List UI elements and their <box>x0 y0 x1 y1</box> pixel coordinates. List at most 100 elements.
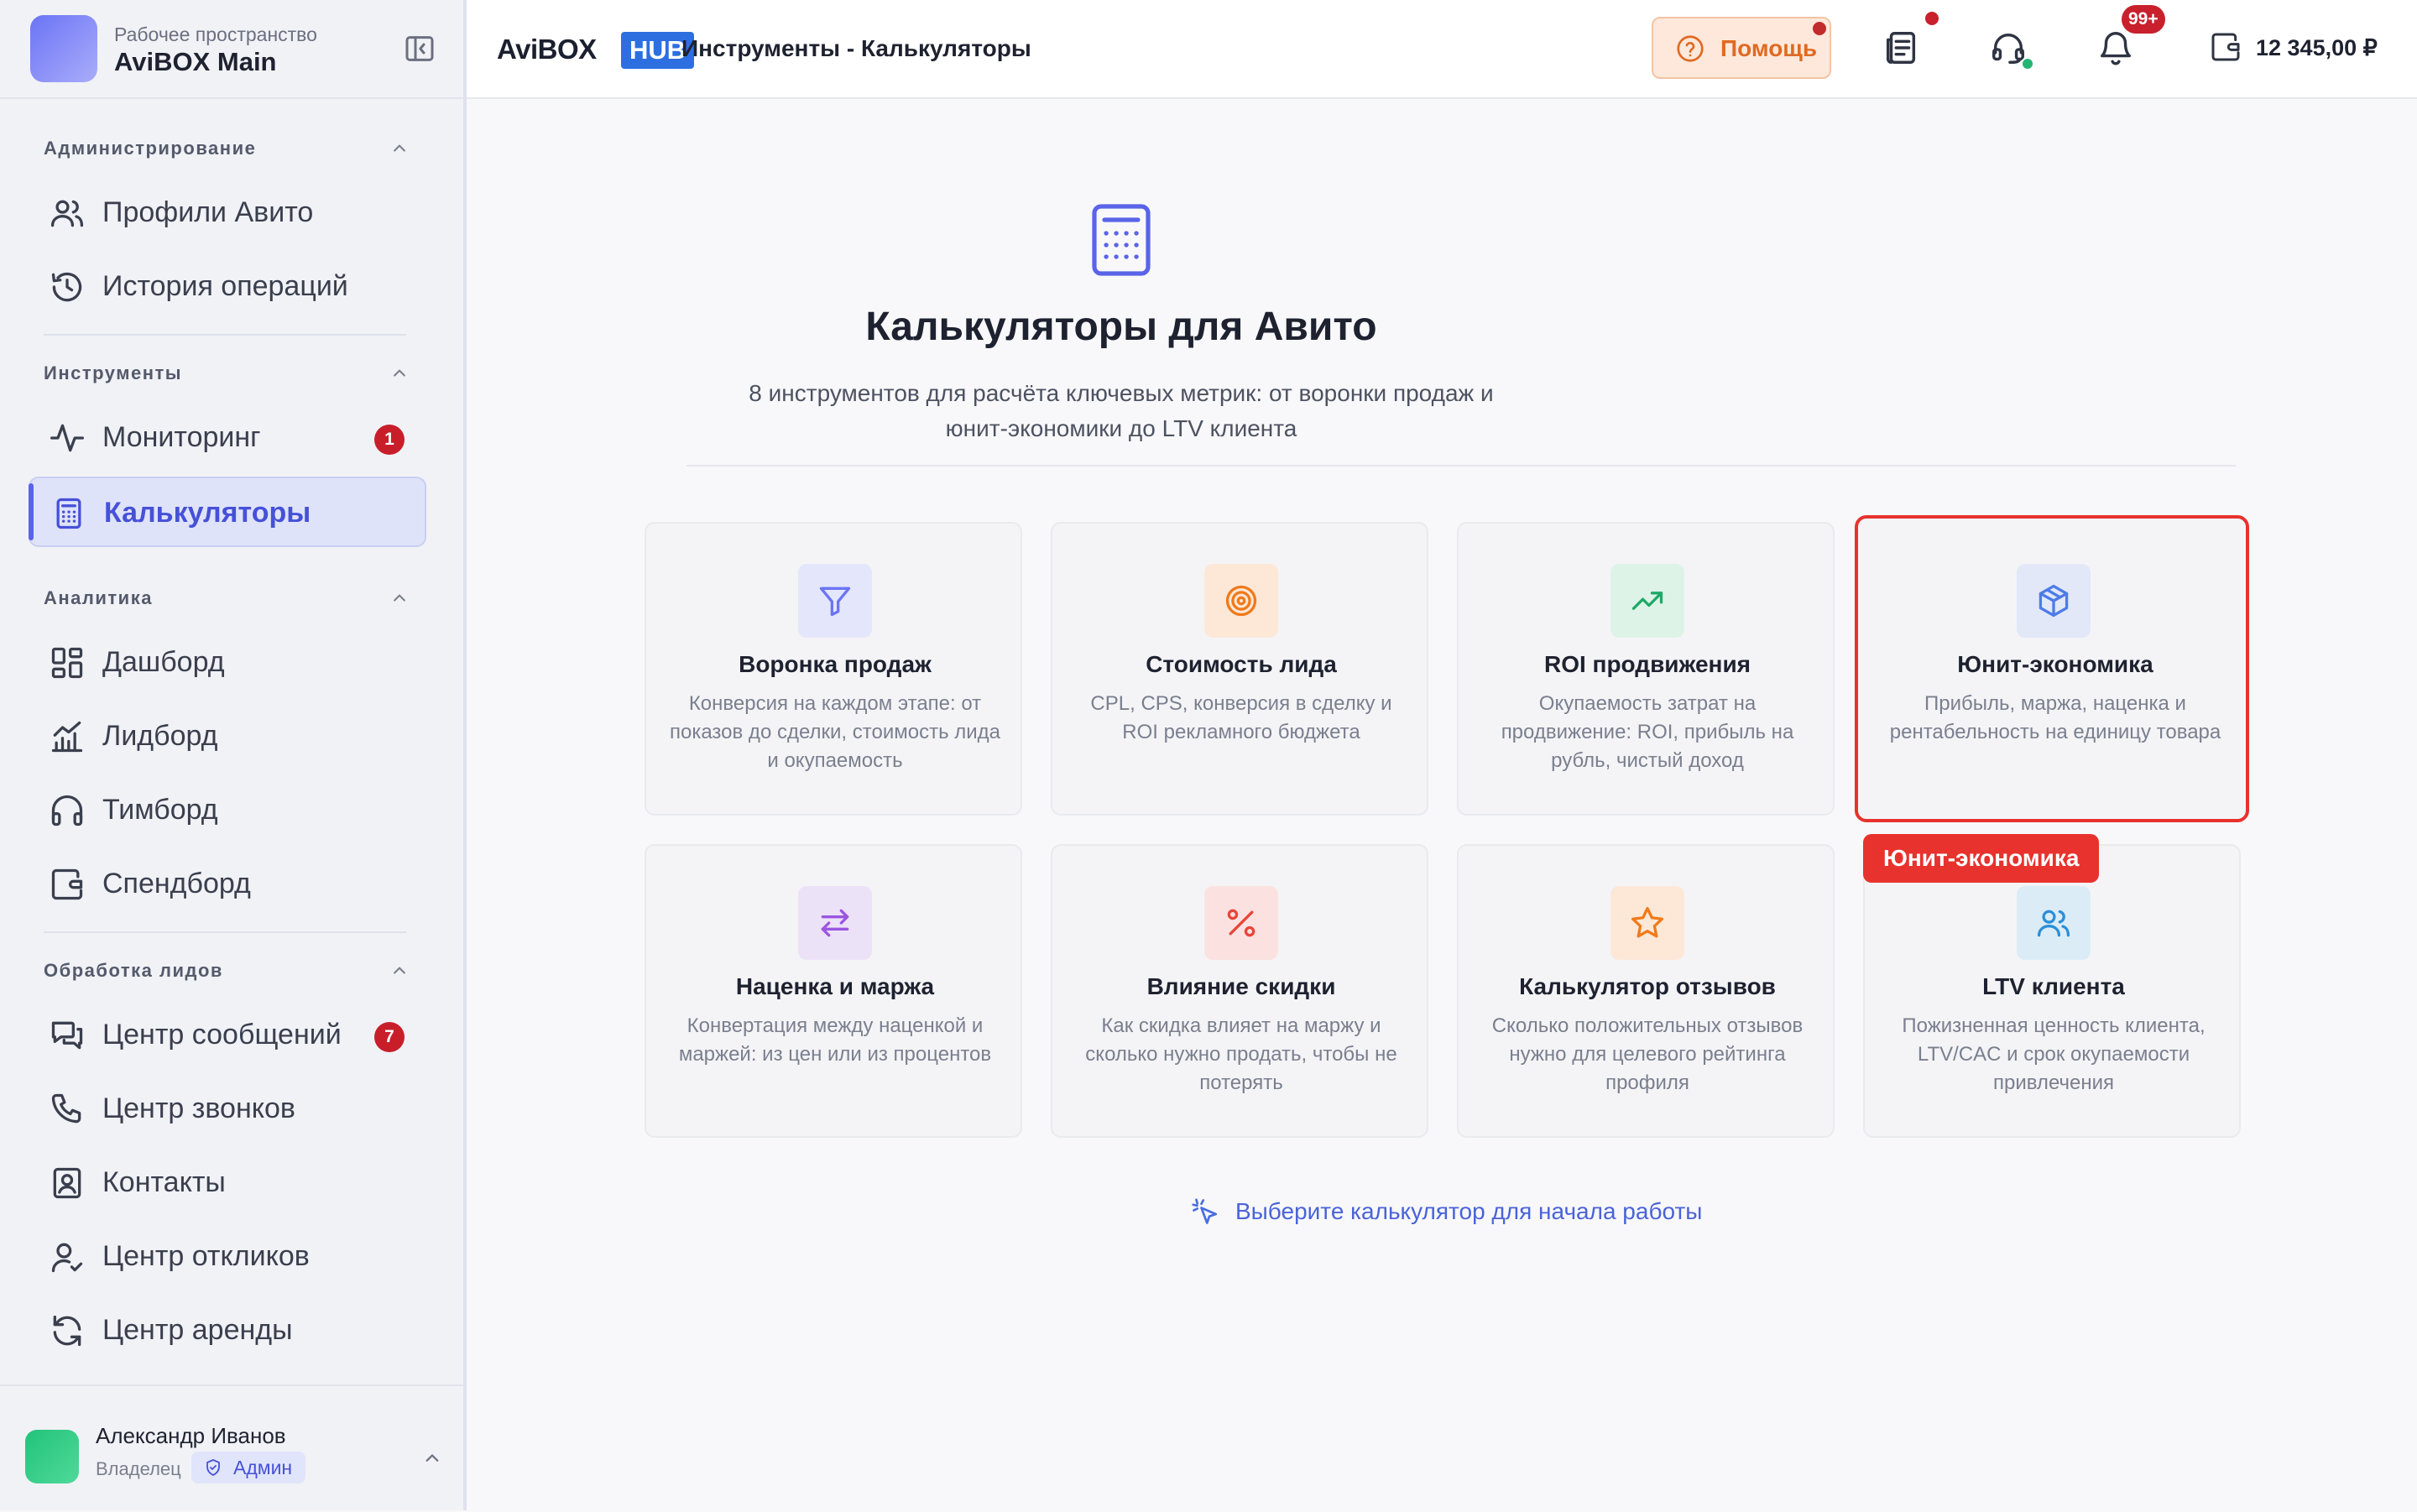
sidebar-item-label: Лидборд <box>102 720 218 752</box>
calculator-card-reviews[interactable]: Калькулятор отзывов Сколько положительны… <box>1457 844 1835 1138</box>
card-title: ROI продвижения <box>1543 651 1751 677</box>
section-tools[interactable]: Инструменты <box>44 356 406 389</box>
content-divider <box>686 465 2236 467</box>
card-title: Влияние скидки <box>1146 973 1336 999</box>
question-icon <box>1675 34 1705 64</box>
trending-up-icon <box>1631 592 1663 610</box>
sidebar-item-label: Профили Авито <box>102 196 314 228</box>
sidebar-item-operations-history[interactable]: История операций <box>29 252 426 322</box>
chevron-up-icon[interactable] <box>420 1445 445 1470</box>
calculator-card-sales-funnel[interactable]: Воронка продаж Конверсия на каждом этапе… <box>645 522 1022 816</box>
sidebar-item-calculators[interactable]: Калькуляторы <box>29 477 426 547</box>
sidebar-item-label: Центр аренды <box>102 1314 293 1346</box>
card-icon-tile <box>1204 564 1278 638</box>
refresh-icon <box>49 1312 86 1349</box>
card-description: Сколько положительных отзывов нужно для … <box>1491 1014 1804 1094</box>
card-icon-tile <box>2017 886 2091 960</box>
messages-count-badge: 7 <box>374 1022 405 1052</box>
help-indicator-dot <box>1813 22 1826 35</box>
brand-name: AviBOX <box>497 34 597 65</box>
sidebar-item-label: Центр откликов <box>102 1240 310 1272</box>
notifications-badge: 99+ <box>2122 5 2165 34</box>
card-icon-tile <box>1610 564 1684 638</box>
sidebar-divider <box>44 334 406 336</box>
history-icon <box>49 269 86 305</box>
section-analytics[interactable]: Аналитика <box>44 581 406 614</box>
arrows-exchange-icon <box>821 909 849 937</box>
page-title: Калькуляторы для Авито <box>865 305 1377 349</box>
sidebar-item-label: Мониторинг <box>102 421 261 453</box>
calculator-card-ltv[interactable]: LTV клиента Пожизненная ценность клиента… <box>1863 844 2241 1138</box>
sidebar-divider <box>44 931 406 933</box>
help-label: Помощь <box>1720 35 1818 61</box>
wallet-icon[interactable] <box>2209 30 2242 64</box>
sidebar-item-label: Контакты <box>102 1166 226 1198</box>
calculator-card-roi[interactable]: ROI продвижения Окупаемость затрат на пр… <box>1457 522 1835 816</box>
target-icon <box>1225 585 1257 617</box>
headphones-icon <box>49 792 86 829</box>
workspace-subtitle: Рабочее пространство <box>114 23 317 45</box>
monitoring-count-badge: 1 <box>374 425 405 455</box>
account-balance[interactable]: 12 345,00 ₽ <box>2256 35 2378 61</box>
sidebar-item-monitoring[interactable]: Мониторинг 1 <box>29 403 426 473</box>
activity-icon <box>49 420 86 456</box>
calculator-card-unit-economics[interactable]: Юнит-экономика Прибыль, маржа, наценка и… <box>1855 515 2249 822</box>
help-button[interactable]: Помощь <box>1652 17 1831 79</box>
card-tooltip: Юнит-экономика <box>1863 834 2100 883</box>
users-icon <box>49 195 86 232</box>
dashboard-icon <box>49 644 86 681</box>
user-profile[interactable]: Александр Иванов Владелец Админ <box>0 1384 463 1512</box>
card-description: Конвертация между наценкой и маржей: из … <box>678 1014 992 1066</box>
sidebar-item-label: Тимборд <box>102 794 218 826</box>
sidebar-item-avito-profiles[interactable]: Профили Авито <box>29 178 426 248</box>
sidebar-item-call-center[interactable]: Центр звонков <box>29 1074 426 1144</box>
sidebar-item-rental-center[interactable]: Центр аренды <box>29 1296 426 1366</box>
contacts-icon <box>49 1165 86 1202</box>
section-administration[interactable]: Администрирование <box>44 131 406 164</box>
card-description: Как скидка влияет на маржу и сколько нуж… <box>1085 1014 1397 1094</box>
section-lead-processing[interactable]: Обработка лидов <box>44 953 406 987</box>
calculator-icon <box>1091 203 1151 277</box>
card-description: Окупаемость затрат на продвижение: ROI, … <box>1501 692 1794 772</box>
admin-badge: Админ <box>191 1452 306 1483</box>
filter-icon <box>819 587 851 617</box>
sidebar-collapse-icon[interactable] <box>403 32 436 65</box>
card-title: Стоимость лида <box>1146 651 1337 677</box>
sidebar-item-message-center[interactable]: Центр сообщений 7 <box>29 1000 426 1071</box>
card-title: Калькулятор отзывов <box>1519 973 1776 999</box>
sidebar-item-label: Центр сообщений <box>102 1019 342 1051</box>
chevron-up-icon <box>388 361 411 384</box>
calculator-card-lead-cost[interactable]: Стоимость лида CPL, CPS, конверсия в сде… <box>1051 522 1428 816</box>
wallet-icon <box>49 866 86 903</box>
workspace-name: AviBOX Main <box>114 47 277 76</box>
sidebar-divider <box>0 97 463 99</box>
sidebar: Рабочее пространство AviBOX Main Админис… <box>0 0 467 1510</box>
news-indicator-dot <box>1925 12 1939 25</box>
workspace-logo <box>30 15 97 82</box>
sidebar-item-teamboard[interactable]: Тимборд <box>29 775 426 846</box>
workspace-switcher[interactable]: Рабочее пространство AviBOX Main <box>30 15 436 82</box>
sidebar-item-dashboard[interactable]: Дашборд <box>29 628 426 698</box>
sidebar-item-leadboard[interactable]: Лидборд <box>29 701 426 772</box>
section-title: Инструменты <box>44 362 183 383</box>
calculator-card-markup-margin[interactable]: Наценка и маржа Конвертация между наценк… <box>645 844 1022 1138</box>
sidebar-item-label: Калькуляторы <box>104 497 311 529</box>
card-icon-tile <box>798 886 872 960</box>
card-icon-tile <box>1610 886 1684 960</box>
card-icon-tile <box>1204 886 1278 960</box>
sidebar-item-responses-center[interactable]: Центр откликов <box>29 1222 426 1292</box>
calculator-card-discount-impact[interactable]: Влияние скидки Как скидка влияет на марж… <box>1051 844 1428 1138</box>
bell-icon[interactable] <box>2096 29 2135 67</box>
shield-icon <box>203 1457 223 1478</box>
card-title: Юнит-экономика <box>1957 651 2153 677</box>
section-title: Обработка лидов <box>44 960 223 981</box>
breadcrumb: Инструменты - Калькуляторы <box>681 35 1031 61</box>
sidebar-item-label: История операций <box>102 270 348 302</box>
admin-badge-label: Админ <box>233 1457 293 1478</box>
sidebar-item-contacts[interactable]: Контакты <box>29 1148 426 1218</box>
sidebar-item-spendboard[interactable]: Спендборд <box>29 849 426 920</box>
page-subtitle-line: 8 инструментов для расчёта ключевых метр… <box>749 380 1494 406</box>
hint-text: Выберите калькулятор для начала работы <box>1235 1198 1703 1224</box>
news-icon[interactable] <box>1882 29 1920 67</box>
top-header: AviBOX HUB Инструменты - Калькуляторы По… <box>467 0 2417 99</box>
